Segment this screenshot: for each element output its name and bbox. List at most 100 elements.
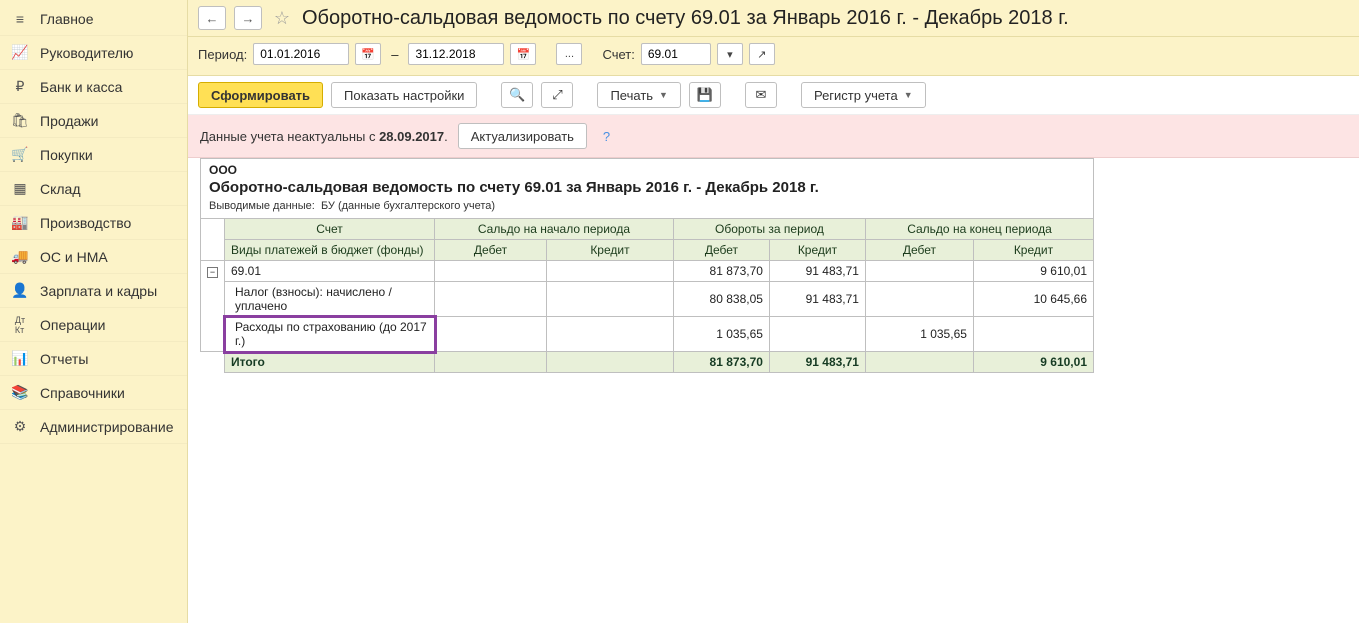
factory-icon: 🏭 (12, 215, 28, 231)
sidebar-item-label: Руководителю (40, 45, 133, 61)
minus-icon: − (210, 268, 215, 277)
calendar-icon: 📅 (361, 48, 375, 61)
mail-icon: ✉ (756, 87, 767, 103)
back-button[interactable]: ← (198, 6, 226, 30)
generate-button[interactable]: Сформировать (198, 82, 323, 108)
th-end-debit: Дебет (865, 240, 973, 261)
menu-icon: ≡ (12, 11, 28, 27)
sidebar-item-label: Отчеты (40, 351, 88, 367)
sidebar-item-label: Главное (40, 11, 94, 27)
main-area: ← → ☆ Оборотно-сальдовая ведомость по сч… (188, 0, 1359, 623)
title-bar: ← → ☆ Оборотно-сальдовая ведомость по сч… (188, 0, 1359, 37)
cell-value: 81 873,70 (673, 352, 769, 373)
th-end-balance: Сальдо на конец периода (865, 219, 1093, 240)
sidebar-item-admin[interactable]: ⚙Администрирование (0, 410, 187, 444)
favorite-button[interactable]: ☆ (270, 6, 294, 30)
sidebar-item-label: Справочники (40, 385, 125, 401)
page-title: Оборотно-сальдовая ведомость по счету 69… (302, 7, 1069, 30)
cell-value: 9 610,01 (973, 352, 1093, 373)
sidebar-item-warehouse[interactable]: ▦Склад (0, 172, 187, 206)
sidebar-item-label: Операции (40, 317, 106, 333)
table-row-highlighted[interactable]: Расходы по страхованию (до 2017 г.) 1 03… (201, 317, 1094, 352)
table-row[interactable]: − 69.01 81 873,70 91 483,71 9 610,01 (201, 261, 1094, 282)
sidebar-item-payroll[interactable]: 👤Зарплата и кадры (0, 274, 187, 308)
help-icon: ? (603, 129, 610, 144)
sidebar-item-bank[interactable]: ₽ Банк и касса (0, 70, 187, 104)
warning-bar: Данные учета неактуальны с 28.09.2017. А… (188, 115, 1359, 158)
th-account-sub: Виды платежей в бюджет (фонды) (225, 240, 435, 261)
sidebar-item-label: ОС и НМА (40, 249, 108, 265)
params-bar: Период: 📅 – 📅 ... Счет: ▾ ↗ (188, 37, 1359, 76)
account-dropdown-button[interactable]: ▾ (717, 43, 743, 65)
open-icon: ↗ (757, 48, 766, 61)
star-icon: ☆ (274, 8, 290, 29)
date-to-picker-button[interactable]: 📅 (510, 43, 536, 65)
person-icon: 👤 (12, 283, 28, 299)
warning-text: Данные учета неактуальны с 28.09.2017. (200, 129, 448, 144)
truck-icon: 🚚 (12, 249, 28, 265)
bars-icon: 📊 (12, 351, 28, 367)
th-start-debit: Дебет (435, 240, 547, 261)
show-settings-button[interactable]: Показать настройки (331, 82, 477, 108)
period-dash: – (387, 47, 402, 62)
floppy-icon: 💾 (697, 87, 713, 103)
book-icon: 📚 (12, 385, 28, 401)
date-from-input[interactable] (253, 43, 349, 65)
cell-label: Итого (225, 352, 435, 373)
arrow-left-icon: ← (206, 11, 219, 26)
find-button[interactable]: 🔍 (501, 82, 533, 108)
expand-all-button[interactable]: ⤢ (541, 82, 573, 108)
date-from-picker-button[interactable]: 📅 (355, 43, 381, 65)
report-title: Оборотно-сальдовая ведомость по счету 69… (200, 177, 1094, 198)
cell-value: 81 873,70 (673, 261, 769, 282)
dots-icon: ... (565, 48, 574, 60)
chevron-down-icon: ▾ (727, 48, 733, 61)
register-button[interactable]: Регистр учета▼ (801, 82, 926, 108)
sidebar-item-purchases[interactable]: 🛒Покупки (0, 138, 187, 172)
date-to-input[interactable] (408, 43, 504, 65)
sidebar-item-sales[interactable]: 🛍Продажи (0, 104, 187, 138)
help-button[interactable]: ? (597, 129, 616, 144)
sidebar-item-main[interactable]: ≡ Главное (0, 2, 187, 36)
report-company: ООО (200, 158, 1094, 177)
period-label: Период: (198, 47, 247, 62)
th-account: Счет (225, 219, 435, 240)
report-subtitle: Выводимые данные: БУ (данные бухгалтерск… (200, 198, 1094, 218)
search-icon: 🔍 (509, 87, 525, 103)
cell-value: 91 483,71 (769, 352, 865, 373)
cell-value: 1 035,65 (865, 317, 973, 352)
cart-icon: 🛒 (12, 147, 28, 163)
sidebar-item-label: Банк и касса (40, 79, 122, 95)
period-dialog-button[interactable]: ... (556, 43, 582, 65)
save-button[interactable]: 💾 (689, 82, 721, 108)
report-area: ООО Оборотно-сальдовая ведомость по счет… (188, 158, 1359, 623)
cell-value: 91 483,71 (769, 282, 865, 317)
report-table: Счет Сальдо на начало периода Обороты за… (200, 218, 1094, 373)
account-open-button[interactable]: ↗ (749, 43, 775, 65)
refresh-button[interactable]: Актуализировать (458, 123, 587, 149)
table-totals-row: Итого 81 873,70 91 483,71 9 610,01 (201, 352, 1094, 373)
ruble-icon: ₽ (12, 79, 28, 95)
sidebar-item-label: Администрирование (40, 419, 174, 435)
sidebar-item-manager[interactable]: 📈Руководителю (0, 36, 187, 70)
sidebar-item-production[interactable]: 🏭 Производство (0, 206, 187, 240)
sidebar-item-assets[interactable]: 🚚 ОС и НМА (0, 240, 187, 274)
tree-collapse-button[interactable]: − (207, 267, 218, 278)
email-button[interactable]: ✉ (745, 82, 777, 108)
sidebar-item-reports[interactable]: 📊 Отчеты (0, 342, 187, 376)
sidebar-item-directories[interactable]: 📚 Справочники (0, 376, 187, 410)
cell-label: Расходы по страхованию (до 2017 г.) (225, 317, 435, 352)
boxes-icon: ▦ (12, 181, 28, 197)
cell-value: 10 645,66 (973, 282, 1093, 317)
sidebar-item-operations[interactable]: ДтКтОперации (0, 308, 187, 342)
forward-button[interactable]: → (234, 6, 262, 30)
account-input[interactable] (641, 43, 711, 65)
cell-value: 1 035,65 (673, 317, 769, 352)
sidebar-item-label: Продажи (40, 113, 98, 129)
account-label: Счет: (602, 47, 634, 62)
calendar-icon: 📅 (517, 48, 531, 61)
sidebar-item-label: Производство (40, 215, 131, 231)
print-button[interactable]: Печать▼ (597, 82, 681, 108)
cell-value: 91 483,71 (769, 261, 865, 282)
table-row[interactable]: Налог (взносы): начислено / уплачено 80 … (201, 282, 1094, 317)
